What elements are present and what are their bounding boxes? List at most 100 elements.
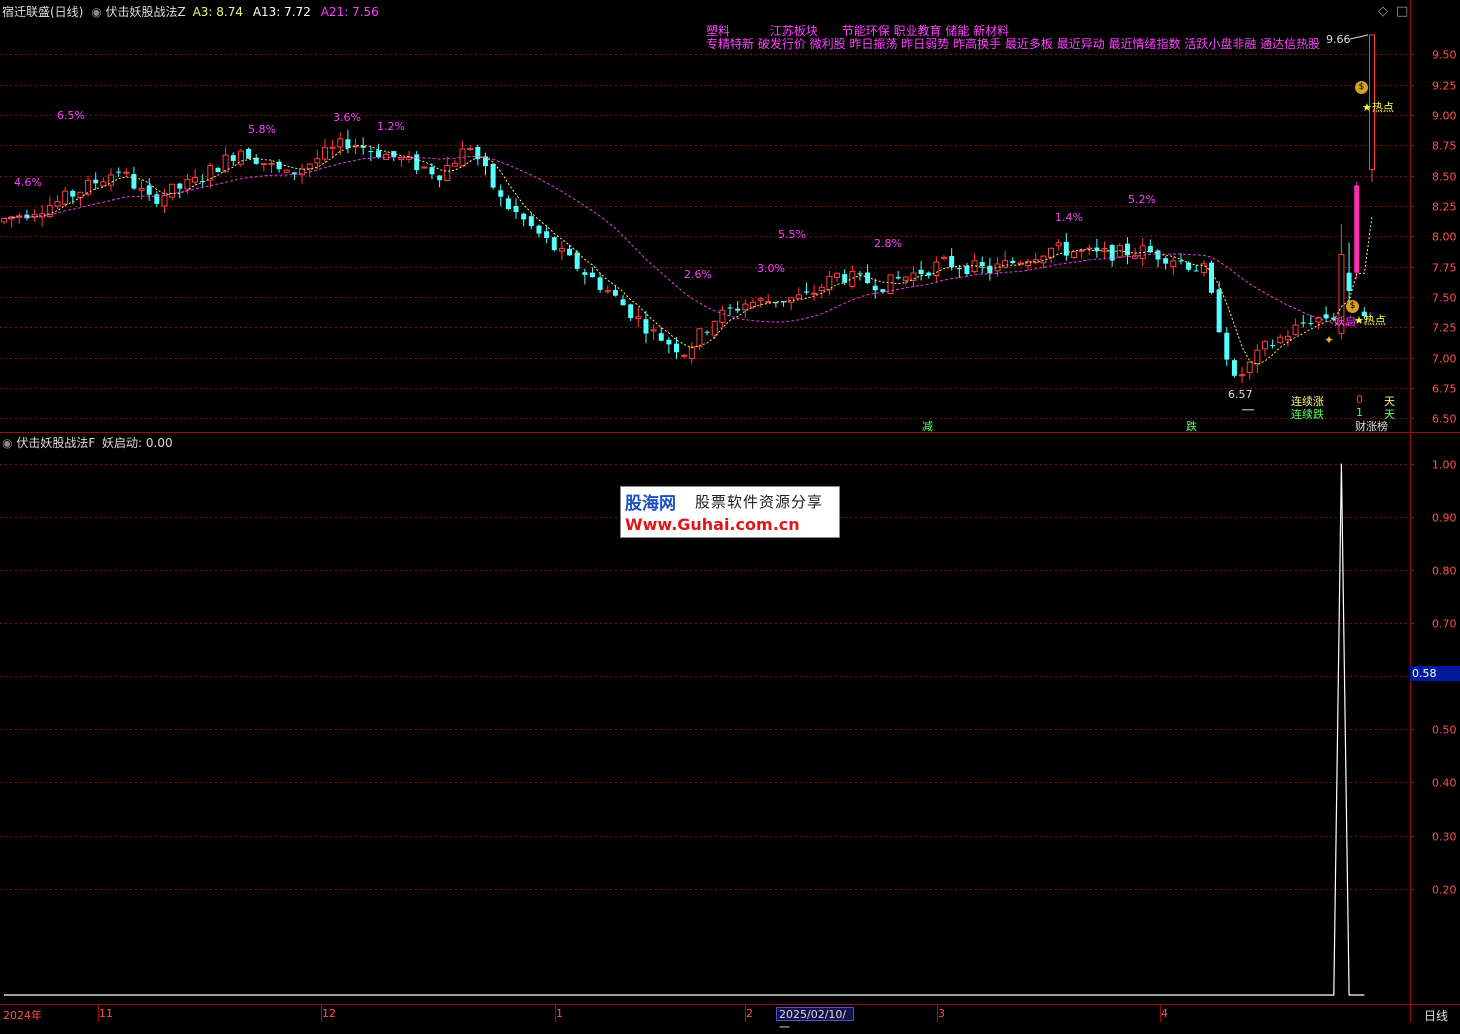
candle — [31, 209, 38, 222]
candle — [1262, 339, 1269, 357]
expand-icon[interactable]: ◇ — [1378, 4, 1388, 19]
price-tick-label: 8.00 — [1432, 231, 1457, 244]
money-bag-icon: $ — [1346, 300, 1359, 313]
candle — [1186, 261, 1192, 272]
sub-value-label: 妖启动: 0.00 — [102, 436, 173, 450]
money-bag-icon: $ — [1355, 81, 1368, 94]
candle — [24, 209, 30, 221]
indicator-name: 伏击妖股战法Z — [105, 5, 186, 19]
candle — [1048, 247, 1055, 264]
high-price-label: 9.66 — [1326, 33, 1351, 46]
candle — [513, 198, 519, 219]
candle — [803, 282, 809, 295]
candle — [414, 151, 420, 175]
candle — [1025, 258, 1032, 271]
candle — [215, 167, 221, 173]
fall-marker: 跌 — [1186, 420, 1197, 433]
candle — [437, 174, 443, 188]
candle — [1132, 247, 1139, 260]
candle — [971, 253, 978, 274]
x-tick-label: 2 — [746, 1007, 753, 1020]
x-tick-label: 12 — [322, 1007, 336, 1020]
candle — [674, 337, 680, 360]
pct-label: 4.6% — [14, 176, 42, 189]
candle — [1193, 264, 1199, 272]
candle — [444, 156, 451, 182]
candle — [329, 139, 336, 157]
candle — [528, 212, 534, 230]
candle — [635, 307, 642, 327]
candle — [482, 152, 488, 176]
candle — [880, 289, 886, 294]
watermark-brand: 股海网 — [625, 494, 676, 514]
candle — [795, 287, 802, 300]
candle — [246, 147, 252, 159]
candle — [711, 320, 718, 340]
pct-label: 6.5% — [57, 109, 85, 122]
sub-indicator-name: 伏击妖股战法F — [16, 436, 96, 450]
sub-header: ◉ 伏击妖股战法F 妖启动: 0.00 — [2, 434, 173, 451]
period-label[interactable]: 日线 — [1424, 1007, 1448, 1024]
candle — [696, 327, 703, 351]
candle — [536, 224, 542, 238]
sub-cursor-value: 0.58 — [1410, 666, 1460, 681]
current-date-box: 2025/02/10/一 — [776, 1007, 854, 1034]
candle — [1200, 260, 1207, 277]
candle — [62, 186, 69, 207]
x-tick-label: 11 — [99, 1007, 113, 1020]
candle — [467, 145, 474, 151]
candle — [597, 272, 603, 293]
sub-tick-label: 0.40 — [1432, 777, 1457, 790]
candle — [1323, 306, 1329, 323]
a21-label: A21: 7.56 — [320, 5, 379, 19]
price-tick-label: 7.50 — [1432, 292, 1457, 305]
sub-tick-label: 0.80 — [1432, 565, 1457, 578]
maximize-icon[interactable]: □ — [1396, 4, 1408, 19]
candle — [505, 195, 511, 211]
pct-label: 2.6% — [684, 268, 712, 281]
sub-tick-label: 0.20 — [1432, 884, 1457, 897]
price-tick-label: 6.50 — [1432, 413, 1457, 426]
candle — [612, 285, 618, 297]
candle — [459, 140, 466, 167]
sub-tick-label: 0.50 — [1432, 724, 1457, 737]
indicator-toggle-icon[interactable]: ◉ — [91, 5, 101, 19]
candle — [16, 213, 23, 224]
candle — [1224, 327, 1230, 366]
price-tick-label: 9.50 — [1432, 49, 1457, 62]
candle — [306, 162, 313, 178]
demon-start-marker: 妖启 — [1334, 315, 1356, 328]
candle — [383, 151, 390, 160]
candle — [551, 236, 557, 252]
price-tick-label: 7.75 — [1432, 262, 1457, 275]
candle — [910, 266, 917, 288]
candle — [650, 324, 657, 340]
candle — [604, 285, 611, 294]
candle — [979, 256, 985, 275]
x-tick-label: 2024年 — [3, 1009, 42, 1022]
candle — [276, 159, 282, 173]
candle — [558, 241, 565, 261]
a13-label: A13: 7.72 — [252, 5, 311, 19]
candle — [123, 167, 130, 177]
candle — [544, 226, 550, 244]
candle — [1032, 253, 1039, 265]
price-tick-label: 8.50 — [1432, 171, 1457, 184]
candle — [222, 146, 229, 174]
candle — [872, 278, 878, 299]
up-days-value: 0 — [1356, 393, 1363, 406]
candle — [1284, 330, 1291, 347]
candle — [375, 143, 381, 159]
watermark-tagline: 股票软件资源分享 — [695, 493, 824, 511]
sub-toggle-icon[interactable]: ◉ — [2, 436, 12, 450]
candle — [230, 152, 236, 166]
candle — [987, 257, 993, 281]
candle — [1277, 334, 1284, 345]
candle — [895, 270, 901, 280]
price-tick-label: 8.75 — [1432, 140, 1457, 153]
candle — [849, 265, 856, 289]
candle — [1124, 237, 1130, 265]
candle — [834, 272, 841, 282]
candle — [260, 163, 267, 172]
candle — [345, 129, 351, 154]
